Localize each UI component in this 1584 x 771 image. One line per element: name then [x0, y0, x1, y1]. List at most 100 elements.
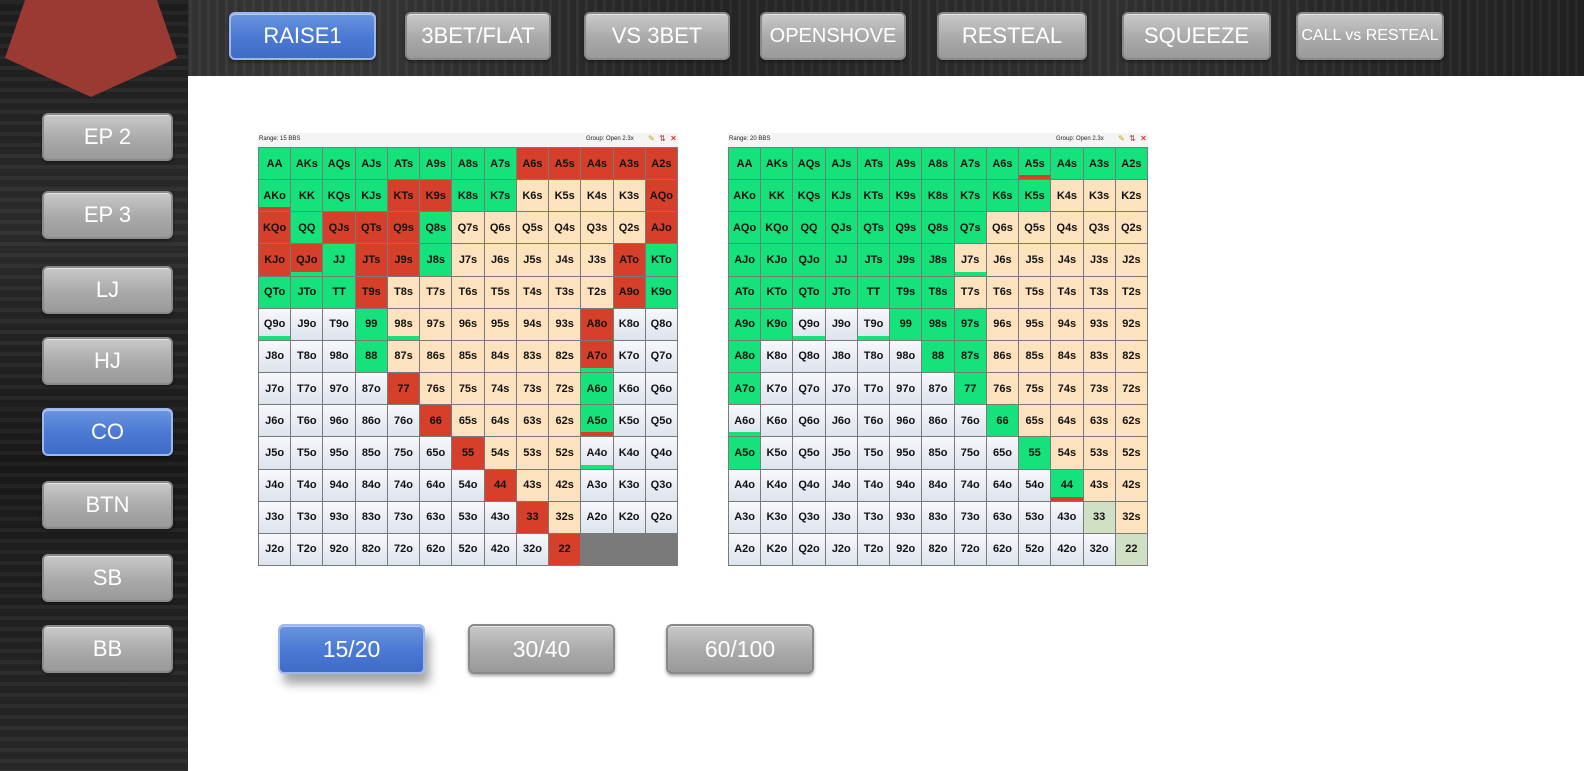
hand-cell[interactable]: T9s — [890, 276, 922, 308]
close-icon[interactable]: ✕ — [669, 134, 678, 143]
hand-cell[interactable]: 54o — [452, 469, 484, 501]
hand-cell[interactable]: 75s — [1019, 373, 1051, 405]
hand-cell[interactable]: J4o — [825, 469, 857, 501]
hand-cell[interactable]: J5s — [516, 244, 549, 276]
hand-cell[interactable]: 96s — [986, 308, 1019, 340]
edit-icon[interactable]: ✎ — [647, 134, 656, 143]
hand-cell[interactable]: JTo — [291, 276, 323, 308]
hand-cell[interactable]: J4o — [259, 469, 291, 501]
position-hj-button[interactable]: HJ — [42, 337, 173, 385]
hand-cell[interactable]: T5o — [291, 437, 323, 469]
hand-cell[interactable]: J5s — [1019, 244, 1051, 276]
hand-cell[interactable]: QJo — [793, 244, 825, 276]
hand-cell[interactable]: 95o — [323, 437, 355, 469]
hand-cell[interactable]: 52s — [549, 437, 581, 469]
hand-cell[interactable]: A6o — [729, 405, 761, 437]
hand-cell[interactable]: K7o — [613, 340, 645, 373]
hand-cell[interactable]: 95s — [1019, 308, 1051, 340]
hand-cell[interactable]: 75o — [387, 437, 420, 469]
hand-cell[interactable]: 96o — [323, 405, 355, 437]
hand-cell[interactable]: J5o — [259, 437, 291, 469]
hand-cell[interactable]: T4s — [516, 276, 549, 308]
hand-cell[interactable]: T7s — [954, 276, 986, 308]
hand-cell[interactable]: KTo — [761, 276, 793, 308]
hand-cell[interactable]: Q8s — [420, 212, 452, 244]
hand-cell[interactable]: KK — [761, 180, 793, 212]
hand-cell[interactable]: 52s — [1115, 437, 1147, 469]
hand-cell[interactable]: Q4o — [793, 469, 825, 501]
hand-cell[interactable]: A7s — [954, 148, 986, 180]
hand-cell[interactable]: 65o — [986, 437, 1019, 469]
hand-cell[interactable]: KQo — [259, 212, 291, 244]
hand-cell[interactable]: 54s — [484, 437, 516, 469]
hand-cell[interactable]: ATo — [613, 244, 645, 276]
hand-cell[interactable]: 53o — [452, 501, 484, 533]
hand-cell[interactable]: 32o — [1083, 533, 1115, 565]
hand-cell[interactable]: T3s — [1083, 276, 1115, 308]
hand-cell[interactable]: K9o — [645, 276, 677, 308]
hand-cell[interactable]: K4o — [613, 437, 645, 469]
hand-cell[interactable]: A6s — [516, 148, 549, 180]
hand-cell[interactable]: 83s — [516, 340, 549, 373]
hand-cell[interactable]: 75o — [954, 437, 986, 469]
hand-cell[interactable]: 72s — [549, 373, 581, 405]
hand-cell[interactable]: T8o — [857, 340, 890, 373]
hand-cell[interactable]: 92s — [1115, 308, 1147, 340]
hand-cell[interactable]: 64s — [484, 405, 516, 437]
hand-cell[interactable]: KQo — [761, 212, 793, 244]
hand-cell[interactable]: 65o — [420, 437, 452, 469]
hand-cell[interactable]: J2o — [259, 533, 291, 565]
hand-cell[interactable]: J6s — [484, 244, 516, 276]
hand-cell[interactable]: 93o — [890, 501, 922, 533]
hand-cell[interactable]: T5s — [1019, 276, 1051, 308]
hand-cell[interactable]: 77 — [954, 373, 986, 405]
hand-cell[interactable]: 82o — [922, 533, 954, 565]
hand-cell[interactable]: K6s — [516, 180, 549, 212]
hand-cell[interactable]: KTs — [857, 180, 890, 212]
hand-cell[interactable]: K7s — [954, 180, 986, 212]
hand-cell[interactable]: KTo — [645, 244, 677, 276]
position-ep-2-button[interactable]: EP 2 — [42, 113, 173, 161]
hand-cell[interactable]: J4s — [1051, 244, 1083, 276]
hand-cell[interactable]: 98o — [323, 340, 355, 373]
hand-cell[interactable]: A6s — [986, 148, 1019, 180]
hand-cell[interactable]: ATo — [729, 276, 761, 308]
hand-cell[interactable]: QTo — [793, 276, 825, 308]
position-co-button[interactable]: CO — [42, 408, 173, 456]
hand-cell[interactable]: 44 — [1051, 469, 1083, 501]
tab-3bet-flat[interactable]: 3BET/FLAT — [405, 12, 551, 60]
hand-cell[interactable]: AQo — [729, 212, 761, 244]
hand-cell[interactable]: T7o — [291, 373, 323, 405]
hand-cell[interactable]: Q6o — [793, 405, 825, 437]
hand-cell[interactable]: T2o — [291, 533, 323, 565]
hand-cell[interactable]: 87o — [922, 373, 954, 405]
hand-cell[interactable]: Q7s — [954, 212, 986, 244]
position-sb-button[interactable]: SB — [42, 554, 173, 602]
hand-cell[interactable]: 62o — [420, 533, 452, 565]
hand-cell[interactable]: 22 — [1115, 533, 1147, 565]
hand-cell[interactable]: 64o — [420, 469, 452, 501]
hand-cell[interactable]: 84s — [484, 340, 516, 373]
hand-cell[interactable]: 73o — [387, 501, 420, 533]
hand-cell[interactable]: 99 — [355, 308, 387, 340]
position-ep-3-button[interactable]: EP 3 — [42, 191, 173, 239]
hand-cell[interactable]: Q4s — [549, 212, 581, 244]
hand-cell[interactable]: 74o — [954, 469, 986, 501]
hand-cell[interactable]: T8o — [291, 340, 323, 373]
hand-cell[interactable]: KK — [291, 180, 323, 212]
hand-cell[interactable]: 62s — [549, 405, 581, 437]
hand-cell[interactable]: 74s — [484, 373, 516, 405]
hand-cell[interactable]: 32s — [1115, 501, 1147, 533]
hand-cell[interactable]: JTo — [825, 276, 857, 308]
hand-cell[interactable]: J9o — [291, 308, 323, 340]
hand-cell[interactable]: KJs — [355, 180, 387, 212]
hand-cell[interactable]: 94o — [323, 469, 355, 501]
hand-cell[interactable]: A5o — [581, 405, 613, 437]
hand-cell[interactable]: Q7o — [793, 373, 825, 405]
hand-cell[interactable]: J2o — [825, 533, 857, 565]
hand-cell[interactable]: 54s — [1051, 437, 1083, 469]
hand-cell[interactable]: 62s — [1115, 405, 1147, 437]
hand-cell[interactable]: 65s — [452, 405, 484, 437]
position-lj-button[interactable]: LJ — [42, 266, 173, 314]
hand-cell[interactable]: 66 — [420, 405, 452, 437]
